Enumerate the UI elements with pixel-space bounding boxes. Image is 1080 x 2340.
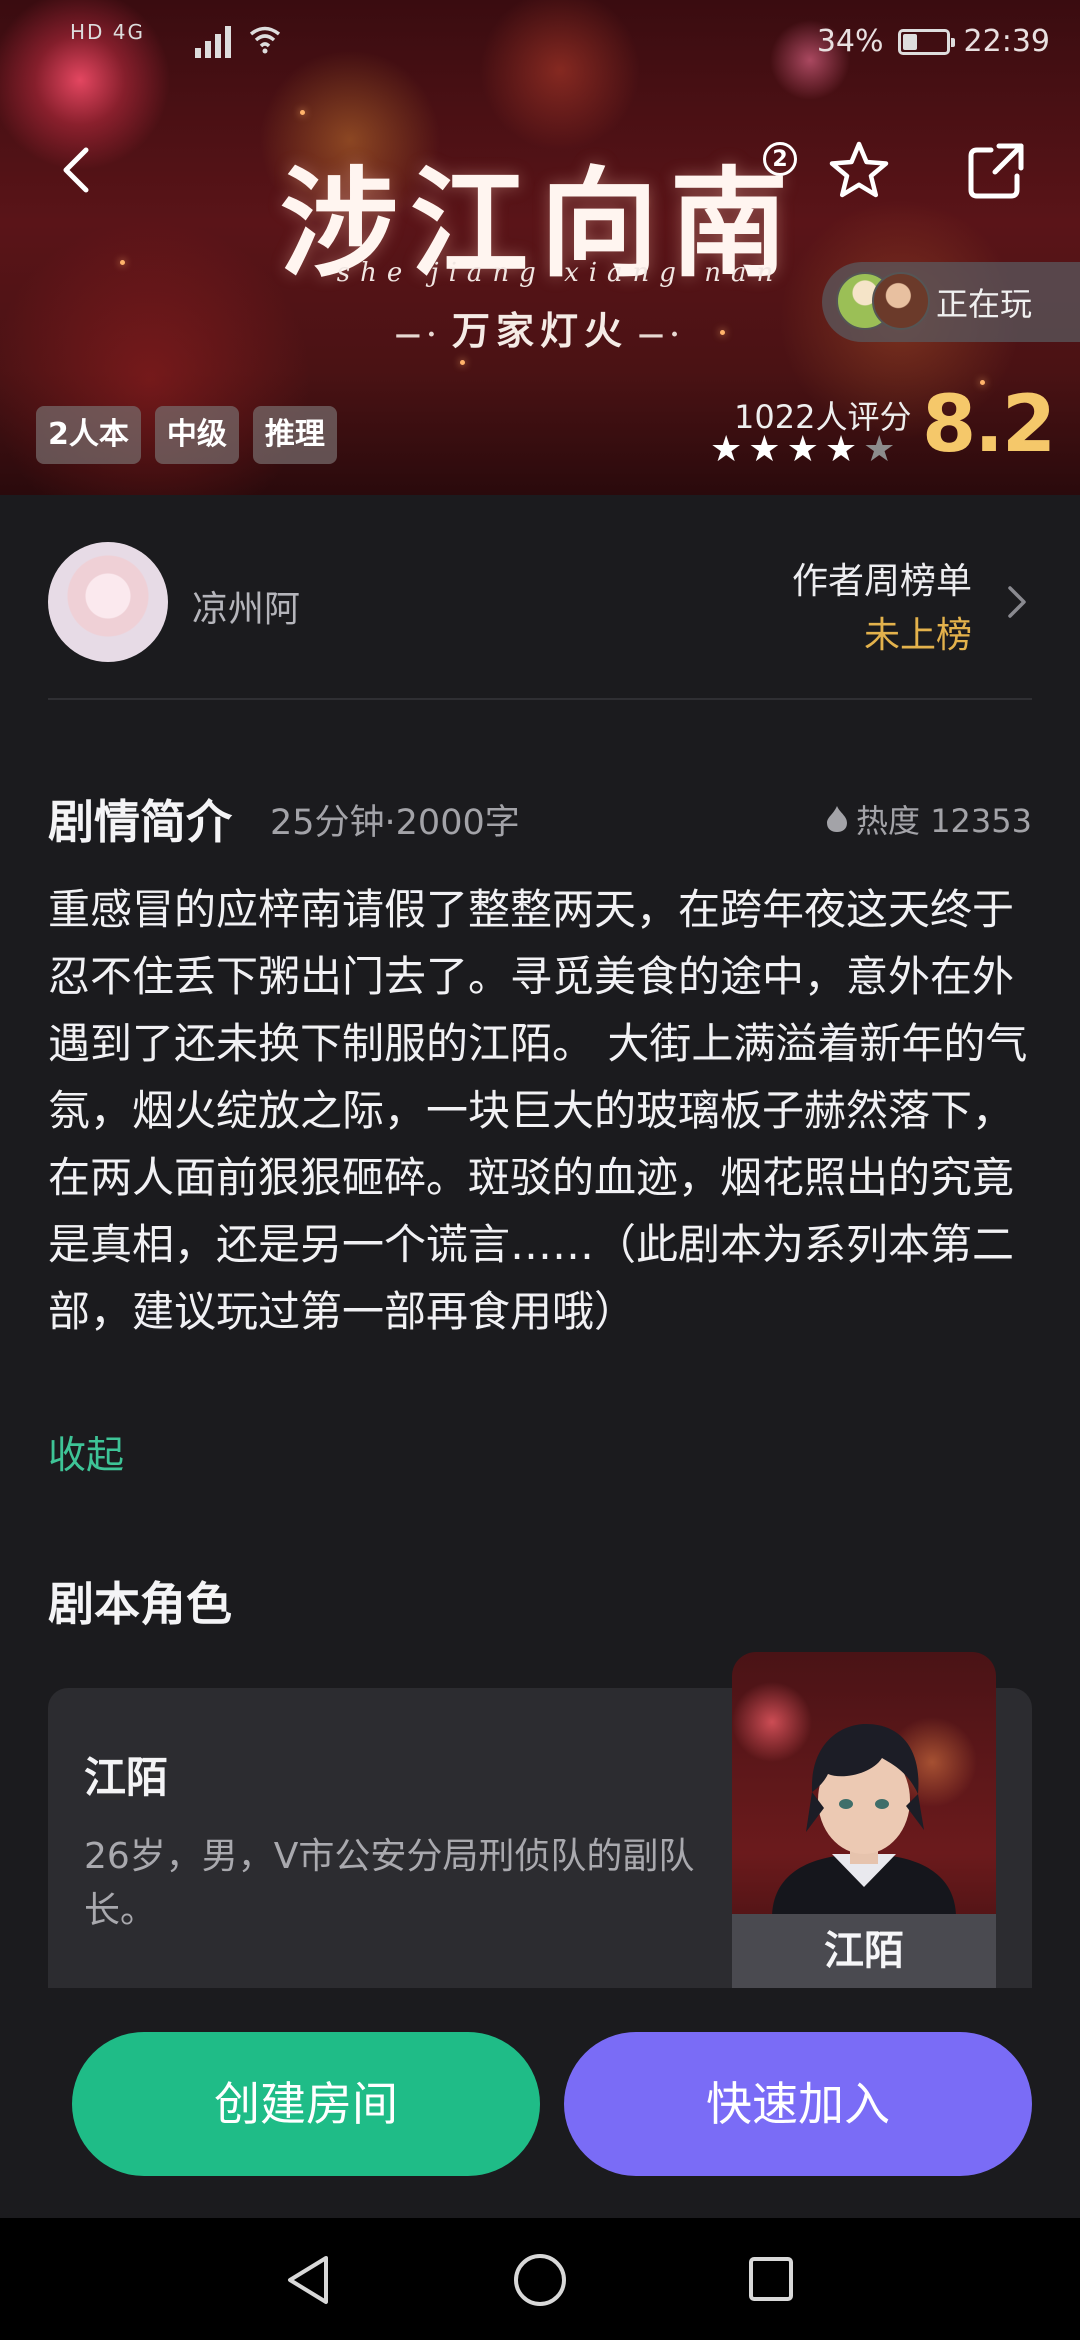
now-playing-pill[interactable]: 正在玩 (822, 262, 1080, 342)
star-filled-icon: ★ (824, 429, 858, 470)
script-cover-banner: HD 4G 34% 22:39 涉江向南 2 she jiang xiang n… (0, 0, 1080, 495)
script-title-pinyin: she jiang xiang nan (336, 258, 784, 288)
battery-icon (897, 28, 955, 55)
series-number-badge: 2 (763, 142, 797, 176)
now-playing-label: 正在玩 (936, 285, 1033, 323)
role-description: 26岁，男，V市公安分局刑侦队的副队长。 (84, 1836, 695, 1931)
wifi-icon (249, 26, 281, 54)
synopsis-text: 重感冒的应梓南请假了整整两天，在跨年夜这天终于忍不住丢下粥出门去了。寻觅美食的途… (48, 885, 1028, 1336)
clock: 22:39 (963, 24, 1050, 59)
player-avatars (836, 270, 936, 334)
battery-percent: 34% (816, 24, 884, 59)
chevron-right-icon[interactable] (1002, 582, 1032, 622)
flame-icon (827, 806, 848, 832)
star-filled-icon: ★ (748, 429, 781, 470)
nav-recents-square-icon[interactable] (746, 2254, 796, 2304)
bottom-action-bar: 创建房间 快速加入 (0, 1988, 1080, 2218)
tag-difficulty: 中级 (154, 406, 239, 464)
signal-icon (195, 24, 231, 58)
author-row[interactable]: 凉州阿 作者周榜单 未上榜 (48, 542, 1032, 662)
system-navigation-bar (0, 2218, 1080, 2340)
tag-players: 2人本 (36, 406, 141, 464)
quick-join-button[interactable]: 快速加入 (564, 2032, 1032, 2176)
avatar (872, 272, 930, 330)
status-bar: HD 4G 34% 22:39 (0, 0, 1080, 90)
create-room-button[interactable]: 创建房间 (72, 2032, 540, 2176)
tag-genre: 推理 (252, 406, 337, 464)
synopsis-meta: 25分钟·2000字 (270, 803, 520, 843)
network-type: HD 4G (70, 20, 146, 44)
heat-value: 热度 12353 (856, 802, 1032, 840)
firework-spark (460, 360, 465, 365)
author-weekly-rank-value: 未上榜 (863, 615, 972, 656)
synopsis-title: 剧情简介 (48, 795, 232, 849)
star-filled-icon: ★ (710, 429, 743, 470)
nav-home-circle-icon[interactable] (512, 2252, 568, 2308)
heat-indicator: 热度 12353 (826, 796, 1032, 842)
script-tags: 2人本 中级 推理 (36, 406, 337, 464)
roles-title: 剧本角色 (48, 1577, 232, 1631)
collapse-link[interactable]: 收起 (48, 1424, 124, 1479)
role-portrait[interactable]: 江陌 (732, 1652, 996, 1988)
star-empty-icon: ★ (863, 429, 896, 470)
rating-score: 8.2 (922, 380, 1056, 470)
nav-back-triangle-icon[interactable] (282, 2252, 334, 2308)
character-portrait-illustration (772, 1724, 956, 1918)
author-weekly-rank-title: 作者周榜单 (791, 561, 972, 602)
divider (48, 698, 1032, 700)
author-name[interactable]: 凉州阿 (192, 580, 300, 632)
role-name: 江陌 (84, 1753, 169, 1802)
star-filled-icon: ★ (786, 429, 819, 470)
rating-stars: ★ ★ ★ ★ ★ (710, 432, 895, 468)
role-portrait-label: 江陌 (732, 1914, 996, 1988)
author-avatar[interactable] (48, 542, 168, 662)
firework-spark (300, 110, 305, 115)
